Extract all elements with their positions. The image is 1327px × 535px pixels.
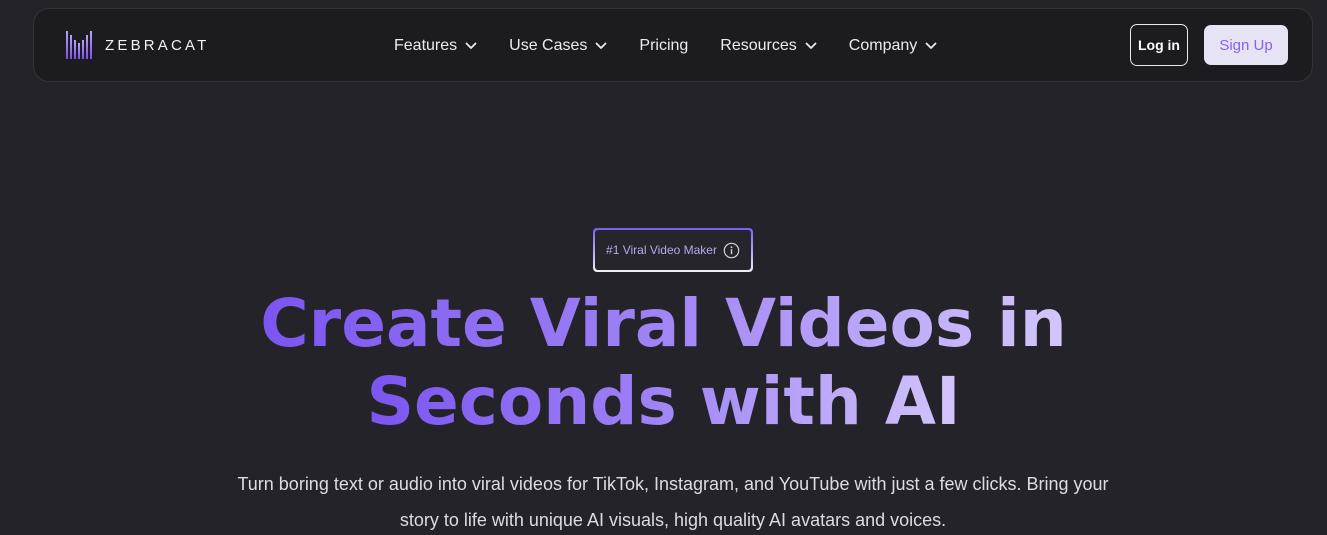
main-nav: Features Use Cases Pricing Resources Com… — [394, 9, 969, 83]
hero-subtitle-line2: story to life with unique AI visuals, hi… — [399, 510, 947, 530]
nav-item-label: Company — [848, 37, 918, 54]
hero-subtitle-line1: Turn boring text or audio into viral vid… — [237, 474, 1109, 494]
navbar: ZEBRACAT Features Use Cases Pricing Reso… — [33, 8, 1313, 82]
nav-item-pricing[interactable]: Pricing — [639, 37, 688, 55]
nav-item-label: Features — [394, 37, 458, 54]
signup-button[interactable]: Sign Up — [1204, 25, 1288, 65]
info-icon[interactable] — [723, 242, 740, 259]
hero-subtitle: Turn boring text or audio into viral vid… — [200, 466, 1146, 535]
nav-item-label: Pricing — [639, 37, 689, 54]
landing-page: ZEBRACAT Features Use Cases Pricing Reso… — [0, 0, 1327, 535]
login-button[interactable]: Log in — [1130, 24, 1188, 66]
brand-logo[interactable]: ZEBRACAT — [66, 31, 210, 59]
zebracat-logo-icon — [66, 31, 92, 59]
hero-badge-inner: #1 Viral Video Maker — [595, 230, 751, 270]
nav-item-label: Resources — [720, 37, 797, 54]
nav-item-resources[interactable]: Resources — [720, 37, 817, 55]
hero-headline-line1: Create Viral Videos in — [260, 285, 1067, 362]
nav-item-label: Use Cases — [509, 37, 588, 54]
chevron-down-icon — [595, 42, 607, 49]
nav-item-company[interactable]: Company — [849, 37, 937, 55]
hero-headline: Create Viral Videos in Seconds with AI — [0, 285, 1327, 441]
nav-item-use-cases[interactable]: Use Cases — [509, 37, 607, 55]
chevron-down-icon — [805, 42, 817, 49]
chevron-down-icon — [465, 42, 477, 49]
hero-badge-label: #1 Viral Video Maker — [606, 243, 717, 257]
hero-headline-line2: Seconds with AI — [366, 363, 961, 440]
brand-name: ZEBRACAT — [105, 36, 210, 54]
hero-badge[interactable]: #1 Viral Video Maker — [593, 228, 753, 272]
nav-item-features[interactable]: Features — [394, 37, 477, 55]
chevron-down-icon — [925, 42, 937, 49]
